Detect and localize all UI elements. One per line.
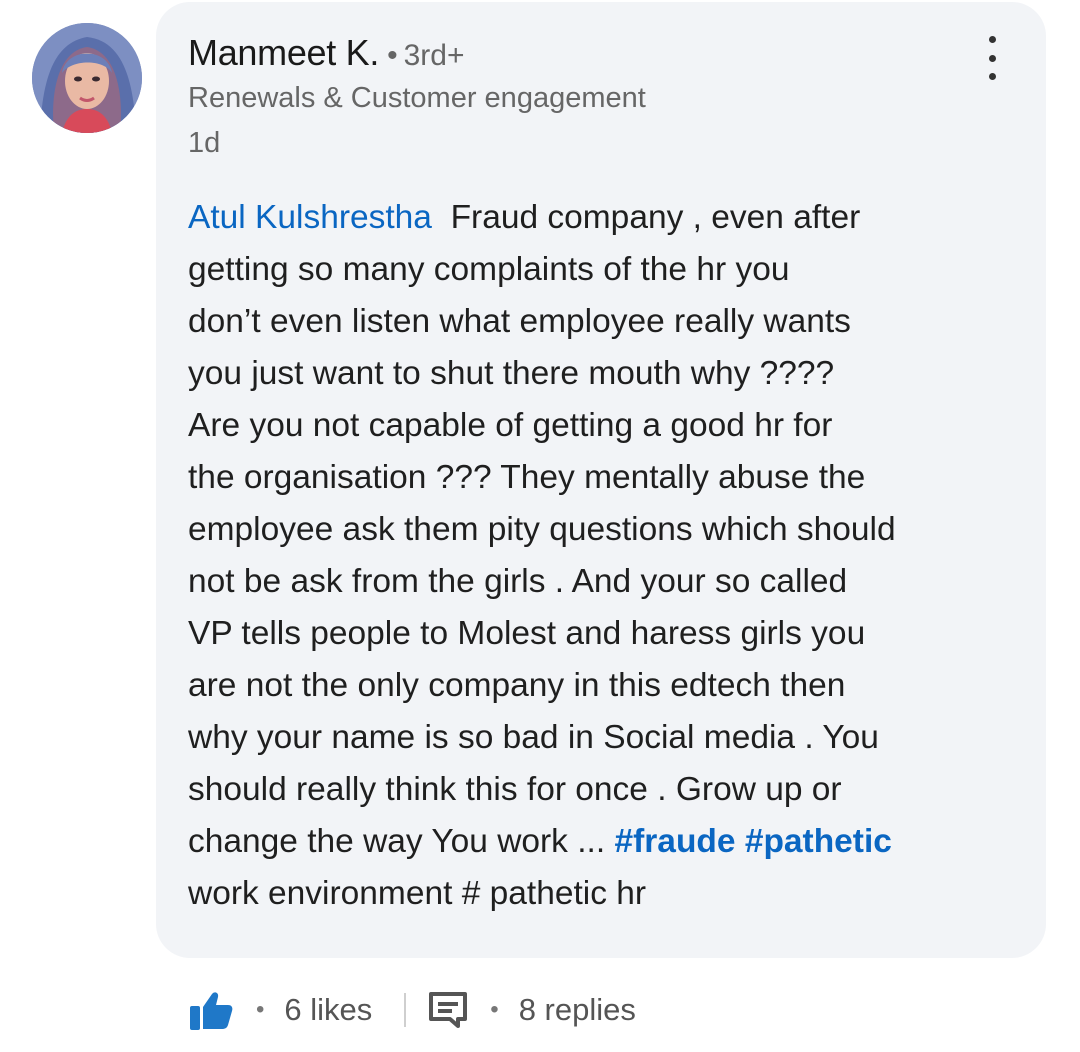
- connection-degree: • 3rd+: [387, 39, 464, 73]
- degree-separator: •: [387, 39, 398, 72]
- avatar-photo: [32, 23, 142, 133]
- comment-line: not be ask from the girls . And your so …: [188, 563, 848, 600]
- comment-card: Manmeet K. • 3rd+ Renewals & Customer eng…: [0, 0, 1080, 1052]
- comment-timestamp: 1d: [188, 127, 221, 159]
- degree-label: 3rd+: [403, 39, 465, 72]
- author-line: Manmeet K. • 3rd+: [188, 32, 465, 76]
- comment-line: don’t even listen what employee really w…: [188, 303, 851, 340]
- comment-line: the organisation ??? They mentally abuse…: [188, 459, 866, 496]
- comment-line: getting so many complaints of the hr you: [188, 251, 790, 288]
- hashtag-link[interactable]: #fraude: [614, 823, 735, 860]
- comment-line-text: Fraud company , even after: [450, 199, 861, 236]
- comment-actions: • 6 likes • 8 replies: [188, 985, 636, 1035]
- comment-text: Atul Kulshrestha Fraud company , even af…: [188, 192, 1028, 920]
- comment-line: are not the only company in this edtech …: [188, 667, 846, 704]
- separator-dot: •: [256, 996, 265, 1023]
- action-divider: [404, 993, 407, 1027]
- author-name[interactable]: Manmeet K.: [188, 32, 379, 74]
- replies-count[interactable]: 8 replies: [519, 992, 636, 1028]
- comment-line: should really think this for once . Grow…: [188, 771, 842, 808]
- hashtag-link[interactable]: #pathetic: [745, 823, 892, 860]
- comment-line: employee ask them pity questions which s…: [188, 511, 896, 548]
- comment-line: Atul Kulshrestha Fraud company , even af…: [188, 192, 1028, 244]
- avatar[interactable]: [32, 23, 142, 133]
- comment-line: why your name is so bad in Social media …: [188, 719, 879, 756]
- separator-dot: •: [490, 996, 499, 1023]
- comment-line-text: change the way You work ...: [188, 823, 615, 860]
- comment-line: work environment # pathetic hr: [188, 875, 647, 912]
- comment-line: VP tells people to Molest and haress gir…: [188, 615, 866, 652]
- comment-line: change the way You work ... #fraude #pat…: [188, 816, 1028, 868]
- comment-line: you just want to shut there mouth why ??…: [188, 355, 835, 392]
- three-dots-vertical-icon[interactable]: [972, 36, 1012, 80]
- comment-line: Are you not capable of getting a good hr…: [188, 407, 833, 444]
- mention-link[interactable]: Atul Kulshrestha: [188, 199, 432, 236]
- author-headline: Renewals & Customer engagement: [188, 82, 646, 114]
- thumbs-up-icon[interactable]: [188, 988, 234, 1032]
- likes-count[interactable]: 6 likes: [284, 992, 372, 1028]
- comment-icon[interactable]: [428, 991, 468, 1029]
